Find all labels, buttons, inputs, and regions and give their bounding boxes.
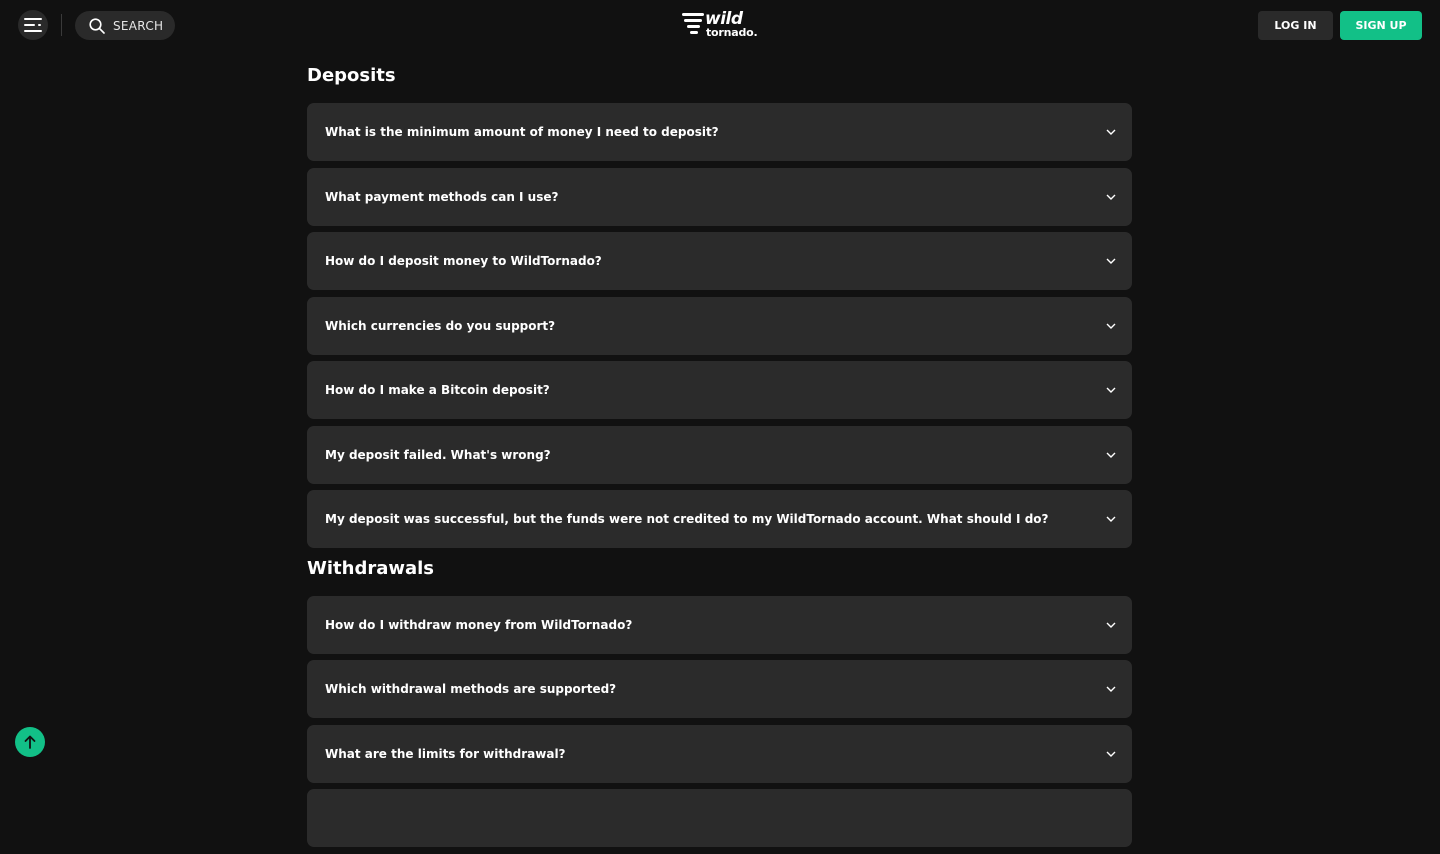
faq-item[interactable]: How do I deposit money to WildTornado?	[307, 232, 1132, 290]
top-bar: SEARCH wild tornado. LOG IN SIGN UP	[0, 0, 1440, 50]
menu-icon	[24, 18, 42, 32]
chevron-down-icon	[1106, 516, 1116, 522]
withdrawals-title: Withdrawals	[307, 557, 435, 579]
faq-question: Which currencies do you support?	[325, 318, 556, 333]
chevron-down-icon	[1106, 686, 1116, 692]
faq-item-partial[interactable]	[307, 789, 1132, 847]
faq-item[interactable]: Which withdrawal methods are supported?	[307, 660, 1132, 718]
faq-item[interactable]: How do I withdraw money from WildTornado…	[307, 595, 1132, 654]
chevron-down-icon	[1106, 387, 1116, 393]
chevron-down-icon	[1106, 323, 1116, 329]
faq-question: Which withdrawal methods are supported?	[325, 682, 617, 696]
faq-question: What are the limits for withdrawal?	[325, 746, 566, 761]
faq-item[interactable]: How do I make a Bitcoin deposit?	[307, 361, 1132, 419]
tornado-logo-icon	[682, 13, 704, 34]
faq-question: How do I withdraw money from WildTornado…	[325, 617, 633, 632]
menu-button[interactable]	[18, 10, 48, 40]
deposits-title: Deposits	[307, 65, 396, 86]
faq-item[interactable]: What are the limits for withdrawal?	[307, 724, 1132, 783]
chevron-down-icon	[1106, 622, 1116, 628]
search-icon	[89, 17, 105, 34]
scroll-to-top-button[interactable]	[15, 727, 45, 757]
chevron-down-icon	[1106, 129, 1116, 135]
logo[interactable]: wild tornado.	[682, 9, 762, 40]
arrow-up-icon	[24, 735, 36, 749]
faq-item[interactable]: My deposit failed. What's wrong?	[307, 425, 1132, 484]
faq-content: Deposits What is the minimum amount of m…	[307, 62, 1132, 854]
faq-question: How do I deposit money to WildTornado?	[325, 254, 602, 268]
faq-question: What is the minimum amount of money I ne…	[325, 125, 719, 139]
chevron-down-icon	[1106, 452, 1116, 458]
signup-button[interactable]: SIGN UP	[1340, 11, 1422, 40]
header-divider	[61, 14, 62, 36]
login-button[interactable]: LOG IN	[1258, 11, 1333, 40]
chevron-down-icon	[1106, 258, 1116, 264]
search-label: SEARCH	[113, 18, 164, 33]
search-button[interactable]: SEARCH	[75, 11, 175, 40]
faq-question: What payment methods can I use?	[325, 189, 559, 204]
logo-tornado-text: tornado.	[706, 26, 758, 39]
chevron-down-icon	[1106, 194, 1116, 200]
faq-question: How do I make a Bitcoin deposit?	[325, 383, 550, 397]
faq-question: My deposit failed. What's wrong?	[325, 447, 551, 462]
faq-item[interactable]: What is the minimum amount of money I ne…	[307, 103, 1132, 161]
faq-question: My deposit was successful, but the funds…	[325, 512, 1049, 526]
chevron-down-icon	[1106, 751, 1116, 757]
faq-item[interactable]: My deposit was successful, but the funds…	[307, 490, 1132, 548]
faq-item[interactable]: Which currencies do you support?	[307, 296, 1132, 355]
faq-item[interactable]: What payment methods can I use?	[307, 167, 1132, 226]
